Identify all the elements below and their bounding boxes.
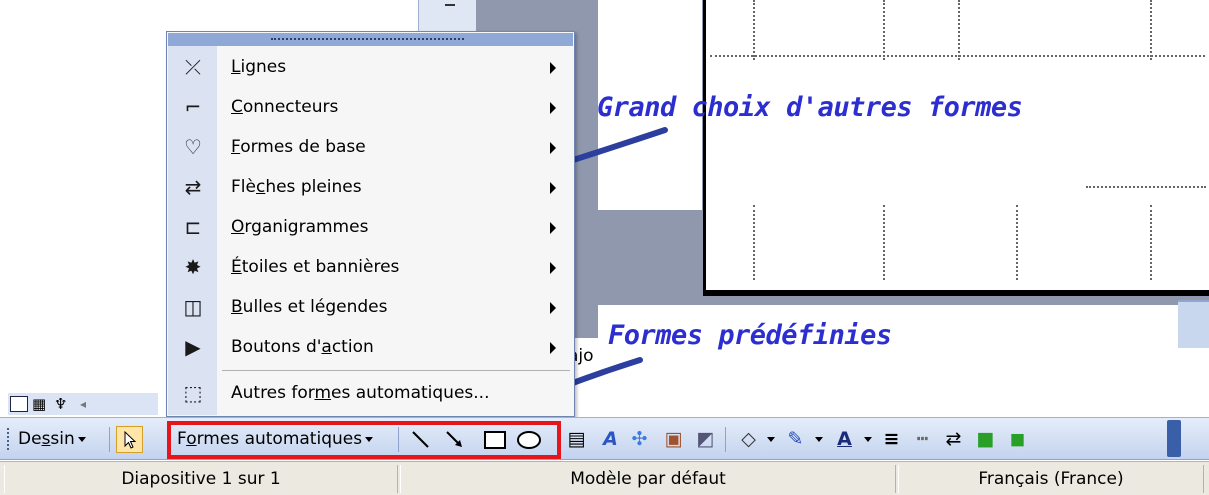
action-buttons-icon: ▶ bbox=[185, 335, 201, 359]
submenu-arrow-icon bbox=[550, 182, 556, 194]
menu-item-basic-shapes[interactable]: ♡ Formes de base bbox=[168, 127, 573, 167]
menu-item-label: Autres formes automatiques... bbox=[231, 383, 490, 403]
diagram-icon[interactable]: ✣ bbox=[626, 426, 653, 453]
submenu-arrow-icon bbox=[550, 262, 556, 274]
line-color-icon[interactable]: ✎ bbox=[782, 426, 809, 453]
toolbar-options-icon[interactable] bbox=[1167, 420, 1181, 457]
picture-icon[interactable]: ◩ bbox=[692, 426, 719, 453]
slideshow-view-icon[interactable]: ♆ bbox=[54, 396, 72, 412]
menu-item-label: Boutons d'action bbox=[231, 337, 374, 357]
status-language: Français (France) bbox=[898, 465, 1204, 493]
stars-banners-icon: ✸ bbox=[184, 255, 202, 279]
submenu-arrow-icon bbox=[550, 222, 556, 234]
lines-icon: ⤫ bbox=[185, 55, 201, 79]
drawing-toolbar: Dessin Formes automatiques ▤ A ✣ ▣ ◩ ◇ ✎… bbox=[0, 417, 1209, 460]
wordart-icon[interactable]: A bbox=[597, 426, 624, 453]
fill-color-icon[interactable]: ◇ bbox=[735, 426, 762, 453]
status-slide-count: Diapositive 1 sur 1 bbox=[4, 465, 398, 493]
textbox-icon[interactable]: ▤ bbox=[563, 426, 590, 453]
view-buttons: ▦ ♆ ◂ bbox=[8, 393, 158, 415]
menu-item-label: Organigrammes bbox=[231, 217, 369, 237]
status-bar: Diapositive 1 sur 1 Modèle par défaut Fr… bbox=[0, 461, 1209, 495]
3d-style-icon[interactable]: ◼ bbox=[1004, 426, 1031, 453]
menu-item-lines[interactable]: ⤫ Lignes bbox=[168, 47, 573, 87]
menu-item-label: Formes de base bbox=[231, 137, 366, 157]
menu-item-label: Bulles et légendes bbox=[231, 297, 388, 317]
oval-tool-icon[interactable] bbox=[515, 426, 542, 453]
submenu-arrow-icon bbox=[550, 302, 556, 314]
normal-view-icon[interactable] bbox=[10, 396, 28, 412]
dash-style-icon[interactable]: ┅ bbox=[909, 426, 936, 453]
menu-item-more-autoshapes[interactable]: ⬚ Autres formes automatiques... bbox=[168, 373, 573, 413]
annotation-bottom: Formes prédéfinies bbox=[608, 320, 892, 351]
menu-item-stars-banners[interactable]: ✸ Étoiles et bannières bbox=[168, 247, 573, 287]
menu-item-connectors[interactable]: ⌐ Connecteurs bbox=[168, 87, 573, 127]
shadow-style-icon[interactable]: ■ bbox=[972, 426, 999, 453]
menu-item-label: Étoiles et bannières bbox=[231, 257, 400, 277]
status-template: Modèle par défaut bbox=[400, 465, 896, 493]
menu-item-label: Lignes bbox=[231, 57, 287, 77]
annotation-top: Grand choix d'autres formes bbox=[597, 92, 1023, 123]
clipart-icon[interactable]: ▣ bbox=[660, 426, 687, 453]
toolbar-separator bbox=[109, 427, 110, 452]
line-style-icon[interactable]: ≡ bbox=[878, 426, 905, 453]
line-tool-icon[interactable] bbox=[407, 426, 434, 453]
toolbar-separator bbox=[725, 427, 726, 452]
menu-separator bbox=[222, 370, 570, 371]
menu-item-callouts[interactable]: ◫ Bulles et légendes bbox=[168, 287, 573, 327]
fill-color-dropdown-icon[interactable] bbox=[767, 437, 775, 442]
autoshapes-menu: ⤫ Lignes ⌐ Connecteurs ♡ Formes de base ⇄ Flèch… bbox=[166, 31, 575, 417]
basic-shapes-icon: ♡ bbox=[184, 135, 202, 159]
connectors-icon: ⌐ bbox=[184, 95, 202, 119]
menu-drag-handle[interactable] bbox=[168, 33, 573, 46]
slide-sorter-view-icon[interactable]: ▦ bbox=[32, 396, 50, 412]
menu-item-label: Connecteurs bbox=[231, 97, 339, 117]
arrow-style-icon[interactable]: ⇄ bbox=[940, 426, 967, 453]
submenu-arrow-icon bbox=[550, 142, 556, 154]
select-objects-button[interactable] bbox=[116, 426, 143, 453]
autoshapes-menu-button[interactable]: Formes automatiques bbox=[177, 429, 374, 449]
callouts-icon: ◫ bbox=[183, 295, 203, 319]
submenu-arrow-icon bbox=[550, 102, 556, 114]
submenu-arrow-icon bbox=[550, 62, 556, 74]
menu-item-label: Flèches pleines bbox=[231, 177, 362, 197]
more-autoshapes-icon: ⬚ bbox=[183, 381, 203, 405]
arrow-tool-icon[interactable] bbox=[441, 426, 468, 453]
menu-item-block-arrows[interactable]: ⇄ Flèches pleines bbox=[168, 167, 573, 207]
menu-item-action-buttons[interactable]: ▶ Boutons d'action bbox=[168, 327, 573, 367]
cursor-arrow-icon bbox=[124, 430, 137, 449]
toolbar-grip[interactable] bbox=[7, 428, 9, 450]
rectangle-tool-icon[interactable] bbox=[481, 426, 508, 453]
line-color-dropdown-icon[interactable] bbox=[815, 437, 823, 442]
font-color-icon[interactable]: A bbox=[831, 426, 858, 453]
flowchart-icon: ⊏ bbox=[184, 215, 202, 239]
draw-menu-button[interactable]: Dessin bbox=[18, 429, 86, 449]
font-color-dropdown-icon[interactable] bbox=[864, 437, 872, 442]
toolbar-separator bbox=[398, 427, 399, 452]
submenu-arrow-icon bbox=[550, 342, 556, 354]
block-arrows-icon: ⇄ bbox=[184, 175, 202, 199]
scroll-left-icon[interactable]: ◂ bbox=[80, 396, 98, 412]
menu-item-flowchart[interactable]: ⊏ Organigrammes bbox=[168, 207, 573, 247]
